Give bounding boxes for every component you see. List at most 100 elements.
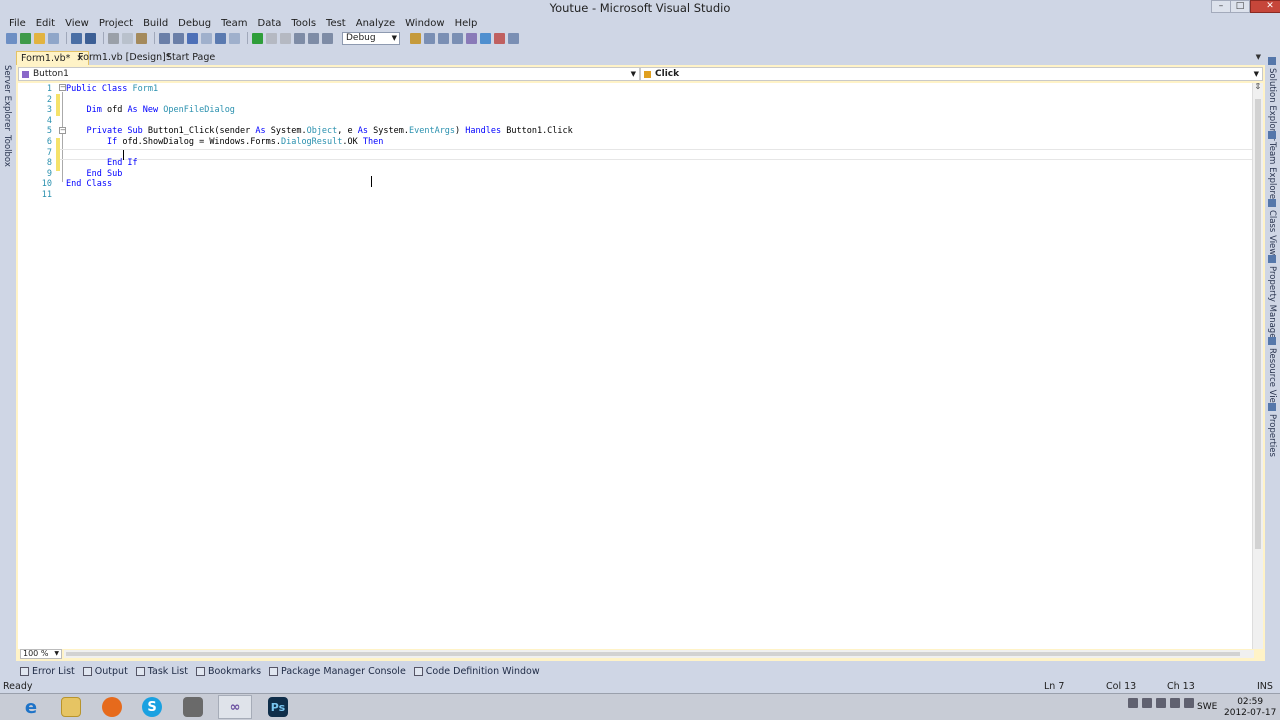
line-number: 8 [46, 158, 52, 169]
menu-project[interactable]: Project [94, 18, 138, 29]
open-file-icon[interactable] [34, 32, 45, 44]
resource-view-tab[interactable]: Resource View [1267, 337, 1277, 410]
save-icon[interactable] [71, 32, 82, 44]
menu-analyze[interactable]: Analyze [351, 18, 400, 29]
vertical-scrollbar[interactable]: ⇕ [1252, 83, 1263, 651]
taskbar-skype[interactable]: S [135, 695, 169, 719]
taskbar-visual-studio[interactable]: ∞ [218, 695, 252, 719]
menu-tools[interactable]: Tools [286, 18, 321, 29]
code-definition-icon [413, 666, 423, 676]
extension-manager-icon[interactable] [480, 32, 491, 44]
status-message: Ready [3, 681, 33, 692]
taskbar-internet-explorer[interactable]: e [14, 695, 48, 719]
flag-icon[interactable] [1142, 698, 1152, 708]
properties-tab[interactable]: Properties [1267, 403, 1277, 457]
step-out-icon[interactable] [322, 32, 333, 44]
property-manager-tab[interactable]: Property Manager [1267, 255, 1277, 342]
task-list-tab[interactable]: Task List [135, 666, 188, 677]
display-icon[interactable] [1156, 698, 1166, 708]
navigate-forward-icon[interactable] [229, 32, 240, 44]
taskbar-photoshop[interactable]: Ps [261, 695, 295, 719]
paste-icon[interactable] [136, 32, 147, 44]
step-over-icon[interactable] [308, 32, 319, 44]
input-language[interactable]: SWE [1197, 702, 1217, 712]
toolbox-icon[interactable] [466, 32, 477, 44]
solution-explorer-icon[interactable] [424, 32, 435, 44]
split-handle-icon[interactable]: ⇕ [1254, 83, 1263, 92]
maximize-button[interactable]: □ [1230, 0, 1250, 13]
tab-start-page[interactable]: Start Page [162, 51, 219, 65]
menu-file[interactable]: File [4, 18, 31, 29]
volume-icon[interactable] [1184, 698, 1194, 708]
pause-icon[interactable] [266, 32, 277, 44]
package-manager-icon [269, 666, 279, 676]
find-in-files-icon[interactable] [410, 32, 421, 44]
taskbar-file-explorer[interactable] [54, 695, 88, 719]
current-line-highlight [60, 149, 1255, 160]
toolbox-tab[interactable]: Toolbox [2, 135, 12, 167]
new-project-icon[interactable] [6, 32, 17, 44]
solution-configuration-select[interactable]: Debug ▼ [342, 31, 400, 45]
comment-icon[interactable] [159, 32, 170, 44]
menu-data[interactable]: Data [253, 18, 287, 29]
redo-icon[interactable] [201, 32, 212, 44]
uncomment-icon[interactable] [173, 32, 184, 44]
show-hidden-icons-icon[interactable] [1128, 698, 1138, 708]
step-into-icon[interactable] [294, 32, 305, 44]
navigate-backward-icon[interactable] [215, 32, 226, 44]
error-list-tab[interactable]: Error List [20, 666, 75, 677]
menu-view[interactable]: View [60, 18, 94, 29]
team-explorer-tab[interactable]: Team Explorer [1267, 131, 1277, 203]
stop-icon[interactable] [280, 32, 291, 44]
undo-icon[interactable] [187, 32, 198, 44]
taskbar-firefox[interactable] [95, 695, 129, 719]
minimize-button[interactable]: – [1211, 0, 1231, 13]
add-new-item-icon[interactable] [48, 32, 59, 44]
output-tab[interactable]: Output [82, 666, 128, 677]
menu-edit[interactable]: Edit [31, 18, 60, 29]
code-type: Object [306, 126, 338, 137]
object-browser-icon[interactable] [452, 32, 463, 44]
clock[interactable]: 02:59 2012-07-17 [1224, 697, 1276, 719]
code-keyword: End Sub [86, 168, 123, 179]
menu-help[interactable]: Help [450, 18, 483, 29]
folder-icon [61, 697, 81, 717]
menu-debug[interactable]: Debug [173, 18, 216, 29]
package-manager-console-tab[interactable]: Package Manager Console [269, 666, 406, 677]
code-editor[interactable]: 1 2 3 4 5 6 7 8 9 10 11 − − Public Class Form1 Dim… [18, 83, 1263, 651]
cut-icon[interactable] [108, 32, 119, 44]
save-all-icon[interactable] [85, 32, 96, 44]
active-files-dropdown-icon[interactable]: ▼ [1256, 53, 1261, 61]
class-view-icon[interactable] [494, 32, 505, 44]
menu-test[interactable]: Test [321, 18, 351, 29]
horizontal-scrollbar[interactable] [64, 650, 1254, 658]
bookmarks-tab[interactable]: Bookmarks [195, 666, 261, 677]
server-explorer-tab[interactable]: Server Explorer [2, 65, 12, 131]
copy-icon[interactable] [122, 32, 133, 44]
collapse-class-icon[interactable]: − [59, 84, 66, 91]
code-definition-window-tab[interactable]: Code Definition Window [413, 666, 540, 677]
menu-team[interactable]: Team [216, 18, 252, 29]
horizontal-scroll-thumb[interactable] [66, 652, 1240, 656]
toolbar-options-icon[interactable] [508, 32, 519, 44]
class-view-tab[interactable]: Class View [1267, 199, 1277, 255]
taskbar-app[interactable] [176, 695, 210, 719]
class-name-combo[interactable]: Button1 ▼ [18, 67, 640, 81]
menu-window[interactable]: Window [400, 18, 449, 29]
start-debugging-icon[interactable] [252, 32, 263, 44]
menu-build[interactable]: Build [138, 18, 173, 29]
method-name-combo[interactable]: Click ▼ [640, 67, 1263, 81]
code-keyword: Public Class [66, 84, 133, 94]
solution-explorer-tab[interactable]: Solution Explorer [1267, 57, 1277, 141]
code-line: Public Class Form1 [66, 84, 158, 95]
collapse-sub-icon[interactable]: − [59, 127, 66, 134]
vertical-scroll-thumb[interactable] [1255, 99, 1261, 549]
zoom-select[interactable]: 100 % ▼ [20, 649, 62, 659]
properties-window-icon[interactable] [438, 32, 449, 44]
close-button[interactable]: ✕ [1250, 0, 1280, 13]
tab-form1-design[interactable]: Form1.vb [Design]* [74, 51, 175, 65]
network-icon[interactable] [1170, 698, 1180, 708]
add-item-icon[interactable] [20, 32, 31, 44]
